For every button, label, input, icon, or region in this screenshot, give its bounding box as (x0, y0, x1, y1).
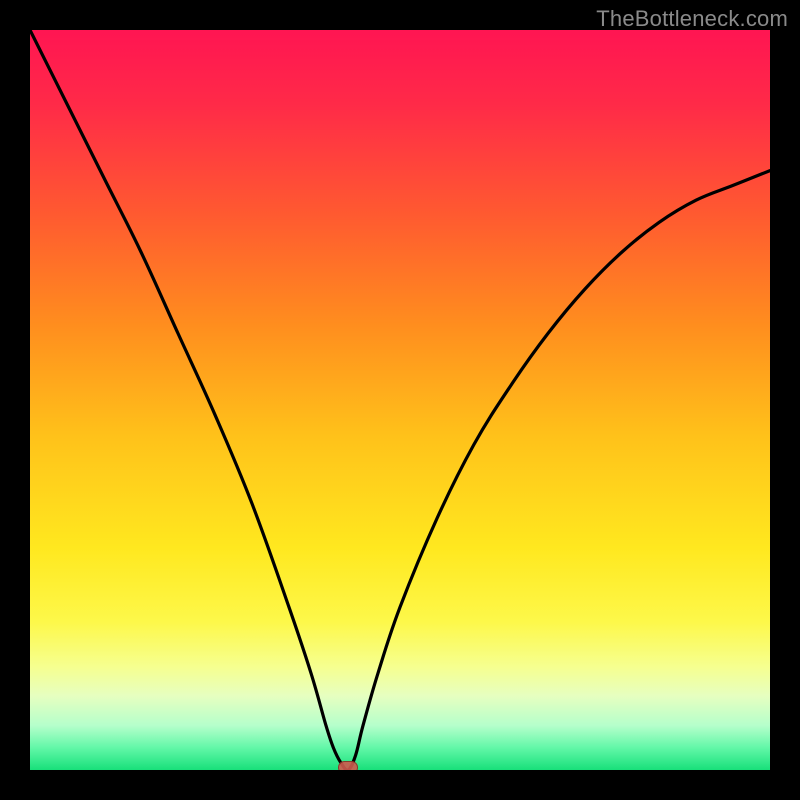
outer-frame: TheBottleneck.com (0, 0, 800, 800)
watermark-text: TheBottleneck.com (596, 6, 788, 32)
bottleneck-curve (30, 30, 770, 770)
plot-area (30, 30, 770, 770)
optimal-point-marker (338, 761, 358, 770)
